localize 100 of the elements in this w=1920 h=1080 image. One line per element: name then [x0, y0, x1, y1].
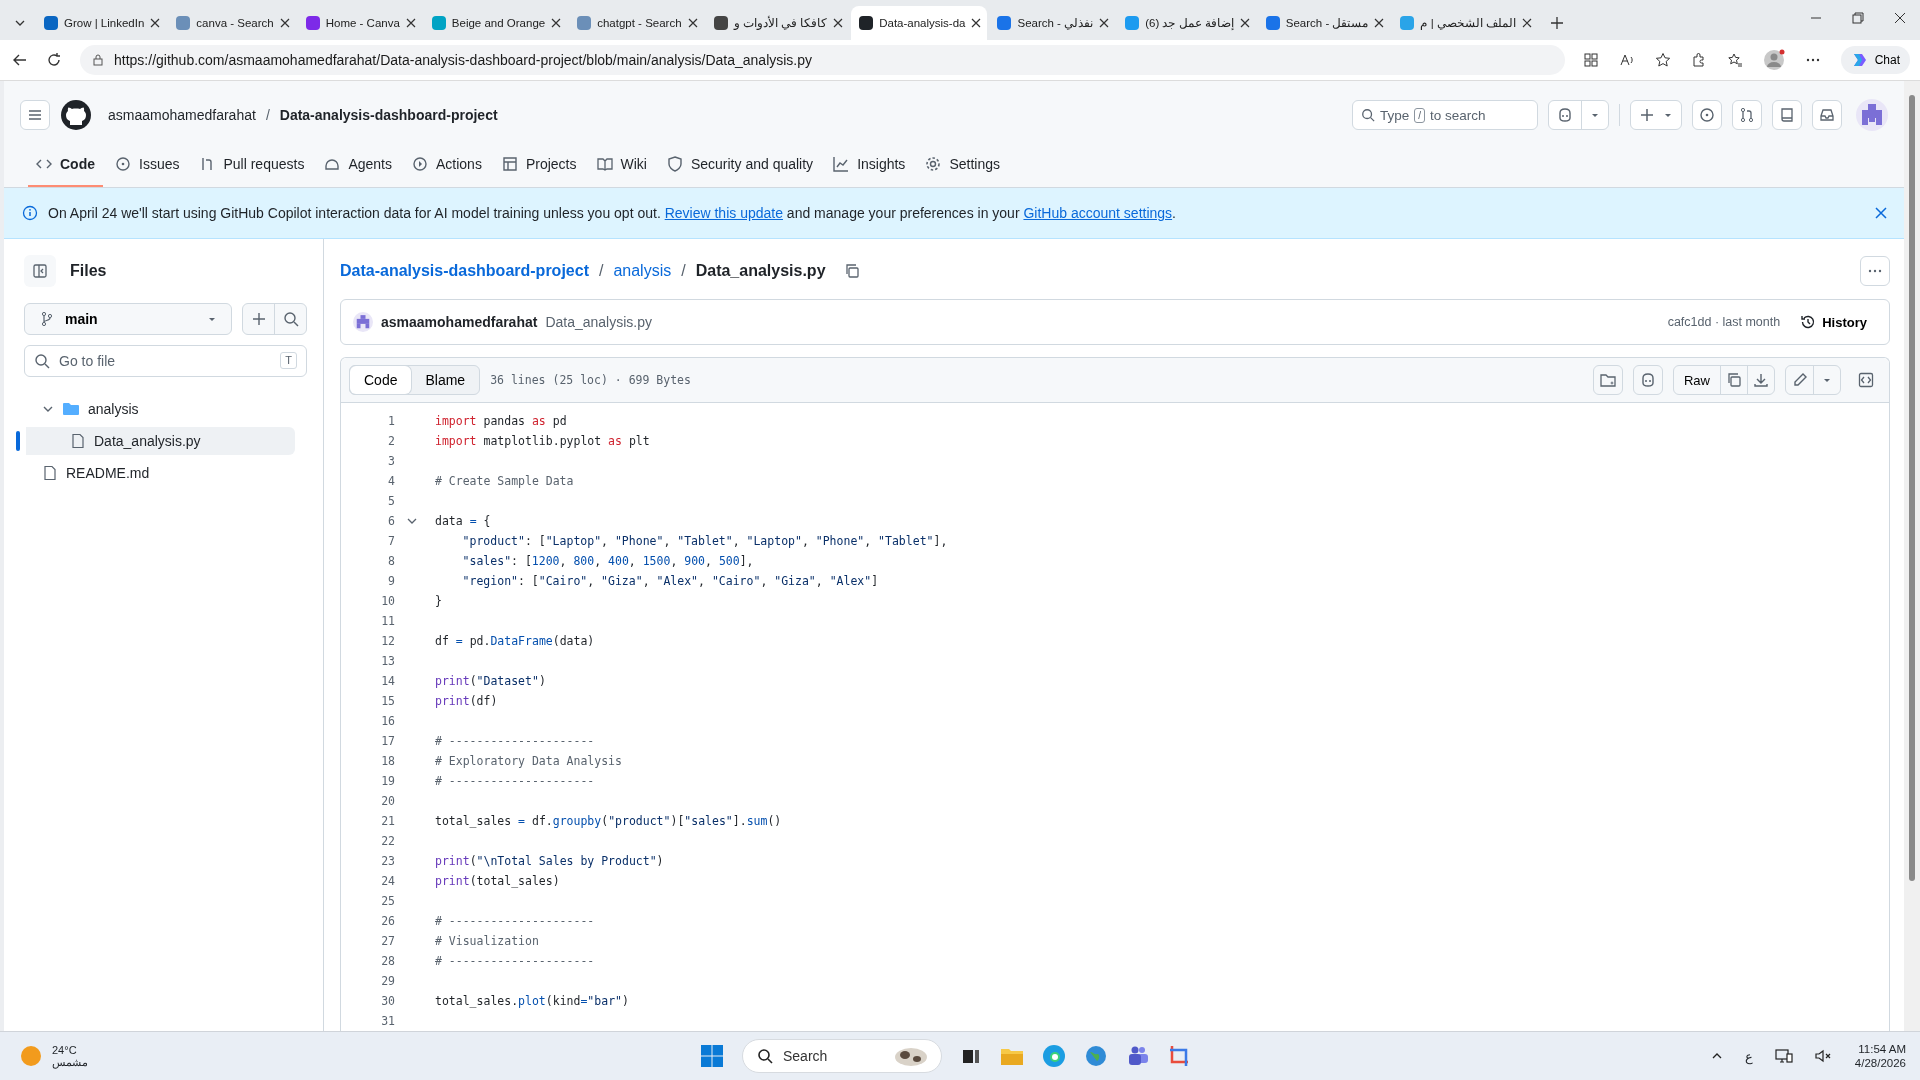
review-link[interactable]: Review this update [664, 205, 783, 221]
breadcrumb-link[interactable]: analysis [613, 262, 672, 280]
repo-link[interactable]: Data-analysis-dashboard-project [279, 107, 498, 123]
code-line: # Create Sample Data [435, 474, 574, 488]
cat-logo-icon[interactable] [60, 99, 92, 131]
browser-tab[interactable]: كافكا في الأدوات و [705, 6, 850, 40]
file-stats: 36 lines (25 loc) · 699 Bytes [490, 373, 691, 387]
line-number: 19 [380, 774, 395, 788]
shortcut-key: T [280, 352, 297, 369]
browser-tab[interactable]: Search - مستقل [1257, 6, 1391, 40]
history-button[interactable]: History [1794, 313, 1873, 331]
close-tab-icon[interactable] [150, 18, 161, 28]
close-icon[interactable] [1894, 12, 1906, 24]
repo-tab[interactable]: Agents [316, 143, 400, 187]
network-icon[interactable] [1774, 1048, 1793, 1064]
repo-tab[interactable]: Issues [107, 143, 188, 187]
close-tab-icon[interactable] [1374, 18, 1385, 28]
close-tab-icon[interactable] [971, 18, 982, 28]
repo-tab[interactable]: Actions [404, 143, 490, 187]
browser-tab[interactable]: chatgpt - Search [569, 6, 704, 40]
muted-speaker-icon[interactable] [1814, 1048, 1833, 1064]
tab-icon [596, 156, 613, 172]
read-aloud-icon[interactable] [1618, 52, 1635, 68]
browser-tab[interactable]: Home - Canva [297, 6, 422, 40]
folder-icon[interactable] [1593, 365, 1623, 395]
taskbar-search[interactable]: Search [742, 1039, 942, 1073]
browser-tab[interactable]: (6) إضافة عمل جد [1117, 6, 1256, 40]
view-toggle[interactable]: Blame [411, 366, 480, 394]
browser-tab[interactable]: Beige and Orange [423, 6, 568, 40]
tree-item[interactable]: Data_analysis.py [14, 427, 295, 455]
commit-message[interactable]: Data_analysis.py [545, 314, 653, 330]
chat-button[interactable]: Chat [1840, 46, 1910, 74]
repo-tab[interactable]: Security and quality [658, 143, 822, 187]
tab-icon [833, 156, 850, 172]
author-name[interactable]: asmaamohamedfarahat [381, 314, 538, 330]
tree-item[interactable]: analysis [14, 395, 295, 423]
browser-tab[interactable]: canva - Search [168, 6, 296, 40]
close-tab-icon[interactable] [1099, 18, 1110, 28]
close-tab-icon[interactable] [687, 18, 698, 28]
pull-request-icon[interactable] [1732, 100, 1762, 130]
menu-icon[interactable] [20, 100, 50, 130]
repo-tab[interactable]: Insights [825, 143, 914, 187]
copilot-icon[interactable] [1633, 365, 1663, 395]
repositories-icon[interactable] [1772, 100, 1802, 130]
file-icon [70, 433, 86, 449]
repo-tab[interactable]: Wiki [588, 143, 655, 187]
breadcrumb-link[interactable]: Data-analysis-dashboard-project [340, 262, 589, 280]
create-new-button[interactable] [1630, 100, 1682, 130]
browser-tab[interactable]: الملف الشخصي | م [1392, 6, 1539, 40]
repo-tab[interactable]: Projects [493, 143, 585, 187]
extensions-icon[interactable] [1690, 52, 1707, 68]
line-number: 1 [387, 414, 395, 428]
browser-icon[interactable] [1042, 1044, 1066, 1068]
clock-date[interactable]: 4/28/2026 [1854, 1057, 1906, 1069]
repo-tab[interactable]: Settings [917, 143, 1008, 187]
clock-time[interactable]: 11:54 AM [1858, 1043, 1906, 1055]
close-tab-icon[interactable] [551, 18, 562, 28]
inbox-icon[interactable] [1812, 100, 1842, 130]
view-toggle[interactable]: Code [350, 366, 412, 394]
avatar-icon[interactable] [1856, 99, 1888, 131]
address-field[interactable]: https://github.com/asmaamohamedfarahat/Data-analysis-dashboard-project/blob/main/analysis/Data_analysis.py [80, 45, 1565, 75]
line-number: 5 [387, 494, 395, 508]
lock-icon[interactable] [92, 54, 104, 66]
line-number: 14 [380, 674, 395, 688]
start-icon[interactable] [700, 1044, 724, 1068]
commit-info[interactable]: cafc1dd · last month [1667, 315, 1781, 329]
copy-icon[interactable] [843, 263, 860, 279]
branch-selector[interactable]: main [24, 303, 232, 335]
browser-tab[interactable]: Grow | LinkedIn [36, 6, 167, 40]
close-tab-icon[interactable] [405, 18, 416, 28]
favorites-icon[interactable] [1726, 52, 1743, 68]
reload-icon[interactable] [46, 52, 62, 68]
browser-tab[interactable]: Search - نفذلي [989, 6, 1116, 40]
close-tab-icon[interactable] [833, 18, 844, 28]
close-icon[interactable] [1874, 206, 1888, 220]
close-tab-icon[interactable] [1522, 18, 1533, 28]
sun-icon [20, 1045, 42, 1067]
line-number: 3 [387, 454, 395, 468]
tree-item[interactable]: README.md [14, 459, 295, 487]
star-icon[interactable] [1654, 52, 1671, 68]
profile-icon[interactable] [1762, 49, 1785, 71]
owner-link[interactable]: asmaamohamedfarahat [108, 107, 256, 123]
browser-tab[interactable]: Data-analysis-da [851, 6, 988, 40]
issues-icon[interactable] [1692, 100, 1722, 130]
language-indicator[interactable]: ع [1744, 1048, 1753, 1064]
file-icon [42, 465, 58, 481]
collapse-panel-icon[interactable] [24, 255, 56, 287]
line-number: 10 [380, 594, 395, 608]
search-field[interactable]: Type / to search [1352, 100, 1538, 130]
search-icon [757, 1048, 773, 1064]
copilot-menu-button[interactable] [1548, 100, 1609, 130]
grid-icon[interactable] [1582, 52, 1599, 68]
back-icon[interactable] [12, 52, 28, 68]
globe-icon[interactable] [1084, 1044, 1108, 1068]
restore-icon[interactable] [1852, 12, 1864, 24]
repo-tab[interactable]: Pull requests [191, 143, 313, 187]
close-tab-icon[interactable] [1239, 18, 1250, 28]
teams-icon[interactable] [1126, 1044, 1150, 1068]
tab-icon [925, 156, 942, 172]
close-tab-icon[interactable] [279, 18, 290, 28]
